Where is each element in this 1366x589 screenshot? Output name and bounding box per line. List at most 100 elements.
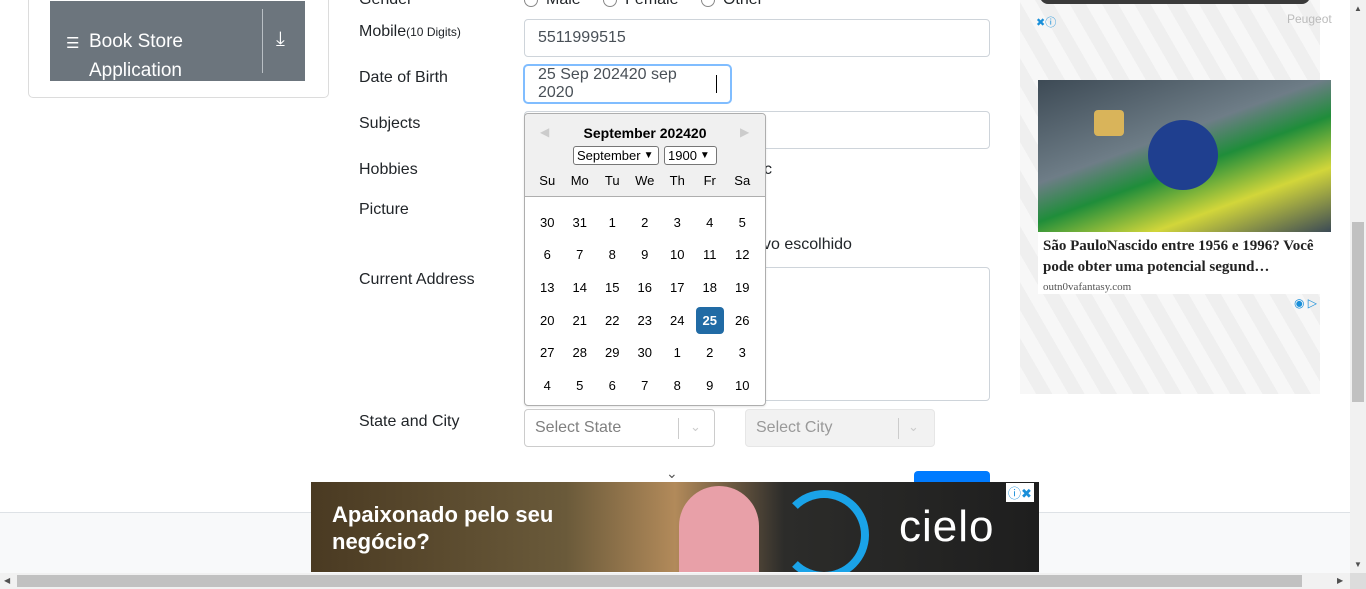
day-cell[interactable]: 2 <box>629 209 662 236</box>
day-cell[interactable]: 23 <box>629 307 662 334</box>
ad-close-icon[interactable]: ⓘ✖ <box>1006 483 1034 502</box>
day-cell[interactable]: 9 <box>629 241 662 268</box>
day-cell[interactable]: 21 <box>564 307 597 334</box>
ad-bottom-banner[interactable]: Apaixonado pelo seu negócio? cielo ⓘ✖ <box>311 482 1039 572</box>
text-cursor <box>716 75 717 93</box>
day-cell[interactable]: 1 <box>596 209 629 236</box>
day-cell[interactable]: 11 <box>694 241 727 268</box>
week-row: 6 7 8 9 10 11 12 <box>531 239 759 272</box>
ad-text-block[interactable]: São PauloNascido entre 1956 e 1996? Você… <box>1038 232 1331 294</box>
day-cell[interactable]: 24 <box>661 307 694 334</box>
gender-other-radio[interactable] <box>700 0 715 7</box>
adchoices-icon[interactable]: ◉ ▷ <box>1294 296 1317 310</box>
day-cell[interactable]: 31 <box>564 209 597 236</box>
day-cell[interactable]: 5 <box>726 209 759 236</box>
day-cell[interactable]: 3 <box>661 209 694 236</box>
week-row: 27 28 29 30 1 2 3 <box>531 336 759 369</box>
ad-image[interactable] <box>1038 80 1331 232</box>
day-cell[interactable]: 2 <box>694 339 727 366</box>
day-cell[interactable]: 16 <box>629 274 662 301</box>
day-cell[interactable]: 18 <box>694 274 727 301</box>
day-cell[interactable]: 4 <box>694 209 727 236</box>
vertical-scroll-thumb[interactable] <box>1352 222 1364 402</box>
chevron-down-icon[interactable]: ⌄ <box>690 419 701 435</box>
weekday-label: Tu <box>604 173 620 188</box>
vertical-scrollbar[interactable]: ▲ ▼ <box>1350 0 1366 573</box>
datepicker-popup: ◀ September 202420 ▶ September ▼ 1900 ▼ Su… <box>524 113 766 406</box>
sidebar-item-book-store[interactable]: ☰ Book Store Application ⤓ <box>50 1 305 81</box>
week-row: 13 14 15 16 17 18 19 <box>531 271 759 304</box>
chevron-down-icon: ▼ <box>699 150 710 161</box>
weekday-label: Fr <box>703 173 716 188</box>
day-cell[interactable]: 8 <box>661 372 694 399</box>
mobile-input[interactable]: 5511999515 <box>524 19 990 57</box>
horizontal-scrollbar[interactable]: ◀ ▶ <box>0 573 1350 589</box>
gender-other-label[interactable]: Other <box>723 0 763 8</box>
next-month-icon[interactable]: ▶ <box>740 125 749 139</box>
gender-male-label[interactable]: Male <box>546 0 581 8</box>
day-cell[interactable]: 9 <box>694 372 727 399</box>
ad-close-icon[interactable]: ✖ⓘ <box>1036 14 1056 30</box>
day-cell[interactable]: 20 <box>531 307 564 334</box>
dob-input[interactable]: 25 Sep 202420 sep 2020 <box>524 65 731 103</box>
ad-banner-headline: Apaixonado pelo seu negócio? <box>332 502 554 554</box>
day-cell[interactable]: 28 <box>564 339 597 366</box>
gender-label: Gender <box>359 0 412 9</box>
city-placeholder: Select City <box>756 419 833 436</box>
city-select[interactable]: Select City ⌄ <box>745 409 935 447</box>
day-cell[interactable]: 14 <box>564 274 597 301</box>
datepicker-selects: September ▼ 1900 ▼ <box>573 146 717 165</box>
day-cell[interactable]: 6 <box>596 372 629 399</box>
gender-female-radio[interactable] <box>603 0 618 7</box>
horizontal-scroll-thumb[interactable] <box>17 575 1302 587</box>
book-icon: ☰ <box>66 35 80 52</box>
weekday-label: Mo <box>570 173 589 188</box>
day-cell[interactable]: 8 <box>596 241 629 268</box>
day-cell[interactable]: 7 <box>564 241 597 268</box>
ad-image-card-chip <box>1094 110 1124 136</box>
scroll-left-icon[interactable]: ◀ <box>4 576 10 585</box>
day-cell[interactable]: 30 <box>629 339 662 366</box>
day-cell[interactable]: 22 <box>596 307 629 334</box>
day-cell[interactable]: 17 <box>661 274 694 301</box>
ad-right[interactable]: ✖ⓘ Peugeot São PauloNascido entre 1956 e… <box>1020 0 1332 394</box>
day-cell[interactable]: 10 <box>661 241 694 268</box>
day-cell[interactable]: 5 <box>564 372 597 399</box>
state-city-label: State and City <box>359 413 460 430</box>
day-cell[interactable]: 26 <box>726 307 759 334</box>
day-cell[interactable]: 12 <box>726 241 759 268</box>
day-cell[interactable]: 29 <box>596 339 629 366</box>
state-select-divider <box>678 418 679 439</box>
gender-female-label[interactable]: Female <box>625 0 678 8</box>
day-cell[interactable]: 27 <box>531 339 564 366</box>
day-cell[interactable]: 30 <box>531 209 564 236</box>
picture-file-status: vo escolhido <box>763 236 852 253</box>
scroll-down-icon[interactable]: ▼ <box>1354 560 1362 569</box>
ad-domain: outn0vafantasy.com <box>1043 281 1132 293</box>
download-arrow-icon[interactable]: ⤓ <box>276 29 285 49</box>
day-cell[interactable]: 3 <box>726 339 759 366</box>
year-select[interactable]: 1900 ▼ <box>664 146 717 165</box>
day-cell[interactable]: 7 <box>629 372 662 399</box>
day-cell[interactable]: 13 <box>531 274 564 301</box>
datepicker-days: 30 31 1 2 3 4 5 6 7 8 9 10 11 12 13 14 1… <box>531 206 759 402</box>
scroll-up-icon[interactable]: ▲ <box>1354 4 1362 13</box>
scroll-right-icon[interactable]: ▶ <box>1337 576 1343 585</box>
month-select[interactable]: September ▼ <box>573 146 659 165</box>
day-cell[interactable]: 15 <box>596 274 629 301</box>
chevron-down-icon[interactable]: ⌄ <box>666 465 678 482</box>
state-select[interactable]: Select State ⌄ <box>524 409 715 447</box>
ad-headline[interactable]: São PauloNascido entre 1956 e 1996? Você… <box>1043 236 1326 278</box>
gender-male-radio[interactable] <box>524 0 538 7</box>
day-cell[interactable]: 6 <box>531 241 564 268</box>
mobile-hint: (10 Digits) <box>406 25 461 39</box>
day-cell[interactable]: 4 <box>531 372 564 399</box>
day-cell[interactable]: 19 <box>726 274 759 301</box>
week-row: 30 31 1 2 3 4 5 <box>531 206 759 239</box>
day-cell[interactable]: 1 <box>661 339 694 366</box>
selected-day-cell[interactable]: 25 <box>695 306 724 334</box>
week-row: 4 5 6 7 8 9 10 <box>531 369 759 402</box>
day-cell[interactable]: 10 <box>726 372 759 399</box>
hobbies-label: Hobbies <box>359 161 418 178</box>
chevron-down-icon[interactable]: ⌄ <box>908 419 919 435</box>
